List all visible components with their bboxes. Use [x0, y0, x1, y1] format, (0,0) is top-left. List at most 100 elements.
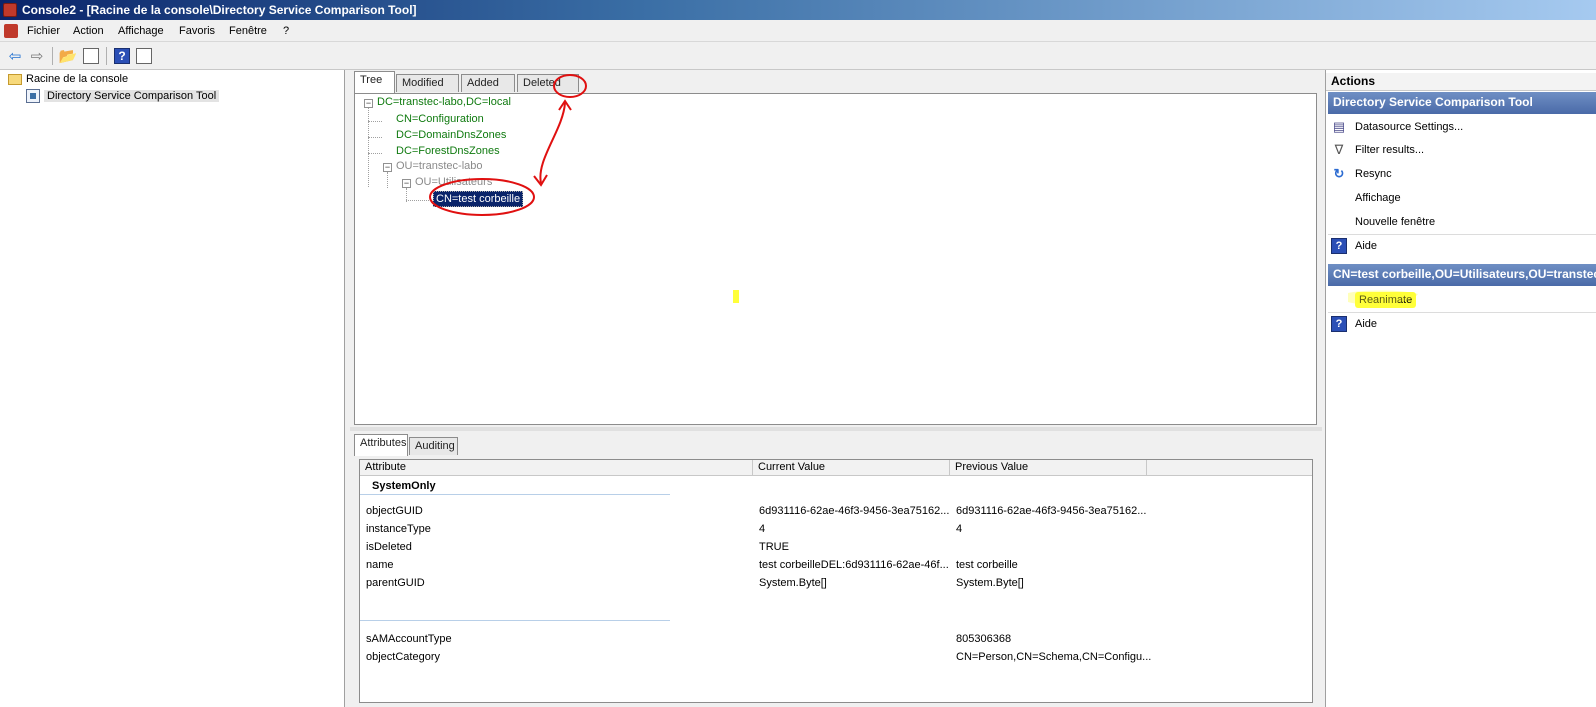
tab-tree[interactable]: Tree: [354, 71, 395, 93]
pane-splitter[interactable]: [350, 427, 1322, 431]
expand-collapse-icon[interactable]: −: [383, 163, 392, 172]
ds-tree-view: − DC=transtec-labo,DC=local CN=Configura…: [354, 93, 1317, 425]
attr-name: instanceType: [366, 523, 431, 535]
tree-tool-node[interactable]: Directory Service Comparison Tool: [26, 89, 220, 103]
attr-name: name: [366, 559, 394, 571]
column-attribute[interactable]: Attribute: [360, 460, 753, 476]
menu-fenetre[interactable]: Fenêtre: [229, 25, 267, 37]
attr-name: parentGUID: [366, 577, 425, 589]
group-title-systemonly: SystemOnly: [372, 480, 436, 492]
menu-favoris[interactable]: Favoris: [179, 25, 215, 37]
actions-pane: Actions Directory Service Comparison Too…: [1325, 70, 1596, 707]
tab-added[interactable]: Added (0): [461, 74, 515, 105]
column-previous-value[interactable]: Previous Value: [950, 460, 1147, 476]
action-reanimate[interactable]: Reanimate: [1331, 289, 1417, 311]
tab-modified[interactable]: Modified (4): [396, 74, 459, 105]
attributes-list: Attribute Current Value Previous Value S…: [359, 459, 1313, 703]
tree-root-node[interactable]: Racine de la console: [8, 73, 128, 85]
datasource-icon: ▤: [1332, 119, 1346, 134]
toolbar: ⇦ ⇨ 📂 ?: [0, 42, 1596, 70]
forward-arrow-icon[interactable]: ⇨: [27, 46, 47, 66]
group-divider: [360, 620, 670, 621]
result-pane: Tree Modified (4) Added (0) Deleted (1) …: [350, 70, 1322, 707]
tree-node-domaindnszones[interactable]: DC=DomainDnsZones: [396, 129, 506, 141]
tab-deleted[interactable]: Deleted (1): [517, 74, 579, 105]
attr-current: test corbeilleDEL:6d931116-62ae-46f...: [759, 559, 949, 571]
tree-connector: [368, 108, 369, 187]
help-icon: ?: [1331, 238, 1347, 254]
resync-icon: ↻: [1333, 166, 1345, 181]
tab-attributes[interactable]: Attributes: [354, 434, 408, 456]
tree-node-forestdnszones[interactable]: DC=ForestDnsZones: [396, 145, 500, 157]
actions-section-tool[interactable]: Directory Service Comparison Tool: [1328, 92, 1596, 114]
window-title: Console2 - [Racine de la console\Directo…: [22, 3, 417, 17]
show-hide-tree-icon[interactable]: [81, 46, 101, 66]
menu-affichage[interactable]: Affichage: [118, 25, 164, 37]
tree-connector: [368, 153, 382, 154]
attr-previous: 805306368: [956, 633, 1012, 645]
group-divider: [360, 494, 670, 495]
tree-node-domain[interactable]: DC=transtec-labo,DC=local: [377, 96, 511, 108]
action-label: Nouvelle fenêtre: [1355, 216, 1436, 228]
mmc-system-icon[interactable]: [4, 24, 18, 38]
help-icon[interactable]: ?: [112, 46, 132, 66]
action-label: Affichage: [1355, 192, 1401, 204]
menu-bar: Fichier Action Affichage Favoris Fenêtre…: [0, 20, 1596, 42]
action-resync[interactable]: ↻ Resync: [1331, 163, 1392, 185]
attr-name: objectGUID: [366, 505, 423, 517]
comparison-tool-icon: [26, 89, 40, 103]
action-nouvelle-fenetre[interactable]: Nouvelle fenêtre: [1331, 211, 1435, 233]
up-folder-icon[interactable]: 📂: [58, 46, 78, 66]
action-affichage[interactable]: Affichage: [1331, 187, 1401, 209]
expand-collapse-icon[interactable]: −: [364, 99, 373, 108]
tree-node-ou-transtec[interactable]: OU=transtec-labo: [396, 160, 483, 172]
help-icon: ?: [1331, 316, 1347, 332]
tree-root-label: Racine de la console: [26, 73, 129, 85]
attr-current: 6d931116-62ae-46f3-9456-3ea75162...: [759, 505, 950, 517]
top-tabstrip: Tree Modified (4) Added (0) Deleted (1): [350, 70, 1322, 105]
attr-name: isDeleted: [366, 541, 412, 553]
attr-current: 4: [759, 523, 766, 535]
toolbar-separator: [52, 47, 53, 65]
menu-action[interactable]: Action: [73, 25, 104, 37]
attr-name: sAMAccountType: [366, 633, 452, 645]
filter-icon: ∇: [1334, 142, 1344, 157]
tree-connector: [387, 172, 388, 188]
attr-previous: test corbeille: [956, 559, 1018, 571]
action-label: Resync: [1355, 168, 1392, 180]
attr-previous: 6d931116-62ae-46f3-9456-3ea75162...: [956, 505, 1147, 517]
tree-connector: [368, 121, 382, 122]
attr-name: objectCategory: [366, 651, 440, 663]
tree-node-ou-utilisateurs[interactable]: OU=Utilisateurs: [415, 176, 492, 188]
column-current-value[interactable]: Current Value: [753, 460, 950, 476]
tab-auditing[interactable]: Auditing: [409, 437, 458, 455]
action-datasource-settings[interactable]: ▤ Datasource Settings...: [1331, 116, 1463, 138]
toolbar-separator: [106, 47, 107, 65]
menu-fichier[interactable]: Fichier: [27, 25, 60, 37]
attr-current: System.Byte[]: [759, 577, 827, 589]
back-arrow-icon[interactable]: ⇦: [5, 46, 25, 66]
tree-node-configuration[interactable]: CN=Configuration: [396, 113, 484, 125]
action-aide[interactable]: ? Aide: [1331, 235, 1377, 257]
action-label: Aide: [1355, 318, 1378, 330]
action-label: Datasource Settings...: [1355, 121, 1464, 133]
expand-collapse-icon[interactable]: −: [402, 179, 411, 188]
menu-help[interactable]: ?: [283, 25, 289, 37]
action-label: Aide: [1355, 240, 1378, 252]
attr-previous: System.Byte[]: [956, 577, 1024, 589]
show-hide-action-icon[interactable]: [134, 46, 154, 66]
action-label: Reanimate: [1355, 292, 1417, 308]
attr-previous: 4: [956, 523, 963, 535]
attr-current: TRUE: [759, 541, 789, 553]
action-label: Filter results...: [1355, 144, 1425, 156]
action-filter-results[interactable]: ∇ Filter results...: [1331, 139, 1424, 161]
folder-icon: [8, 73, 22, 85]
tree-connector: [406, 200, 431, 201]
actions-section-object[interactable]: CN=test corbeille,OU=Utilisateurs,OU=tra…: [1328, 264, 1596, 286]
tree-node-selected-deleted[interactable]: CN=test corbeille: [433, 191, 524, 207]
tree-tool-label: Directory Service Comparison Tool: [44, 90, 220, 102]
highlight-mark: [733, 290, 739, 303]
action-aide-object[interactable]: ? Aide: [1331, 313, 1377, 335]
console-tree-pane: Racine de la console Directory Service C…: [0, 70, 345, 707]
attr-previous: CN=Person,CN=Schema,CN=Configu...: [956, 651, 1152, 663]
